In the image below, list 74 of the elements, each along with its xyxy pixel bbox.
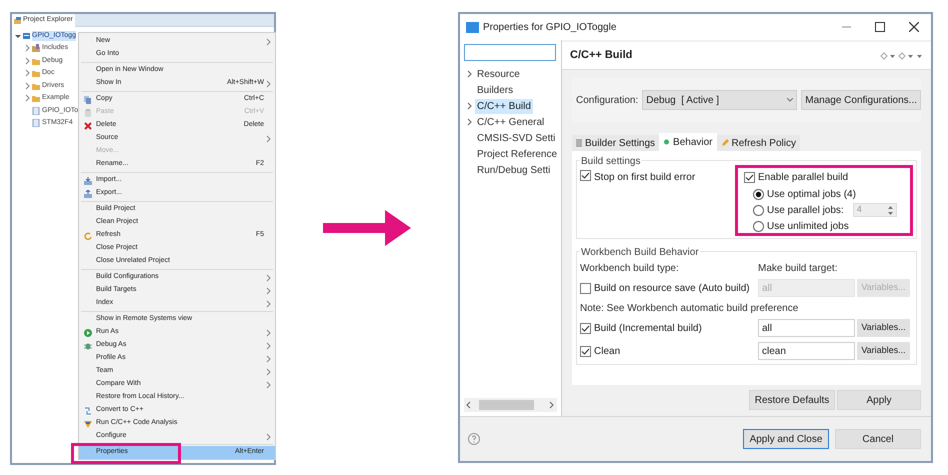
variables-button[interactable]: Variables... xyxy=(857,319,910,337)
expand-toggle[interactable] xyxy=(466,118,473,126)
expand-toggle[interactable] xyxy=(466,70,473,78)
checkbox[interactable] xyxy=(744,172,755,183)
checkbox[interactable] xyxy=(580,346,591,356)
app-icon xyxy=(466,22,479,32)
list-icon xyxy=(576,139,582,147)
nav-item[interactable]: C/C++ General xyxy=(475,114,546,130)
group-title: Build settings xyxy=(580,154,642,169)
nav-item[interactable]: Run/Debug Setti xyxy=(475,162,552,178)
option-label[interactable]: Build (Incremental build) xyxy=(594,320,702,336)
option-label[interactable]: Use unlimited jobs xyxy=(767,218,849,234)
tab[interactable]: Builder Settings xyxy=(572,135,660,151)
run-icon xyxy=(84,328,92,336)
expand-toggle[interactable] xyxy=(24,56,30,65)
close-icon xyxy=(909,22,919,32)
filter-field[interactable] xyxy=(464,44,556,61)
radio-button[interactable] xyxy=(753,220,764,232)
expand-toggle[interactable] xyxy=(466,102,473,110)
radio-button[interactable] xyxy=(753,204,764,216)
bug-icon xyxy=(84,342,92,350)
field-label: Make build target: xyxy=(758,262,838,276)
export-icon xyxy=(84,190,92,198)
refresh-icon xyxy=(84,232,92,240)
field-label: Workbench build type: xyxy=(580,262,680,276)
expand-toggle[interactable] xyxy=(24,44,30,52)
delete-icon xyxy=(84,122,92,130)
import-icon xyxy=(84,176,92,184)
radio-button[interactable] xyxy=(753,188,764,200)
note-text: Note: See Workbench automatic build preference xyxy=(580,302,800,315)
option-label[interactable]: Clean xyxy=(594,344,620,358)
folder-icon xyxy=(14,16,21,24)
spinner-arrows-icon xyxy=(888,206,893,214)
maximize-icon xyxy=(875,22,885,32)
configuration-dropdown[interactable]: Debug [ Active ] xyxy=(642,90,798,110)
checkbox[interactable] xyxy=(580,322,591,334)
expand-toggle[interactable] xyxy=(24,82,30,90)
dialog-button[interactable]: Cancel xyxy=(835,429,921,449)
copy-icon xyxy=(84,96,92,104)
help-icon xyxy=(468,433,480,445)
option-label[interactable]: Enable parallel build xyxy=(758,170,848,185)
text-field[interactable]: clean xyxy=(758,342,855,360)
project-icon xyxy=(23,32,30,40)
window-title: Properties for GPIO_IOToggle xyxy=(483,20,616,34)
expand-toggle[interactable] xyxy=(24,69,30,78)
nav-item[interactable]: CMSIS-SVD Setti xyxy=(475,130,558,146)
navigation-icon xyxy=(879,52,923,60)
nav-item[interactable]: Project Reference xyxy=(475,146,560,162)
expand-toggle[interactable] xyxy=(15,33,21,39)
nav-item[interactable]: Resource xyxy=(475,66,522,82)
nav-item[interactable]: C/C++ Build xyxy=(475,98,533,114)
text-field[interactable]: all xyxy=(758,319,855,337)
variables-button[interactable]: Variables... xyxy=(857,342,910,360)
pencil-icon xyxy=(720,139,729,147)
status-dot-icon xyxy=(663,138,670,146)
includes-icon xyxy=(32,44,40,52)
clipboard-icon xyxy=(84,108,92,116)
option-label[interactable]: Use parallel jobs: xyxy=(767,202,844,218)
nav-item[interactable]: Builders xyxy=(475,82,516,98)
manage-configurations-button[interactable]: Manage Configurations... xyxy=(801,90,921,110)
option-label[interactable]: Use optimal jobs (4) xyxy=(767,186,856,202)
convert-icon xyxy=(84,406,92,414)
checkbox[interactable] xyxy=(580,170,591,181)
page-button[interactable]: Apply xyxy=(837,390,921,410)
horizontal-scrollbar[interactable] xyxy=(464,398,557,412)
page-title: C/C++ Build xyxy=(570,48,632,64)
option-label[interactable]: Stop on first build error xyxy=(594,170,696,185)
tab[interactable]: Refresh Policy xyxy=(716,135,800,151)
field-label: Configuration: xyxy=(576,94,638,108)
expand-toggle[interactable] xyxy=(24,94,30,102)
analysis-icon xyxy=(84,420,92,428)
page-button[interactable]: Restore Defaults xyxy=(749,390,835,410)
dialog-button[interactable]: Apply and Close xyxy=(743,429,829,449)
tab[interactable]: Behavior xyxy=(659,133,717,151)
